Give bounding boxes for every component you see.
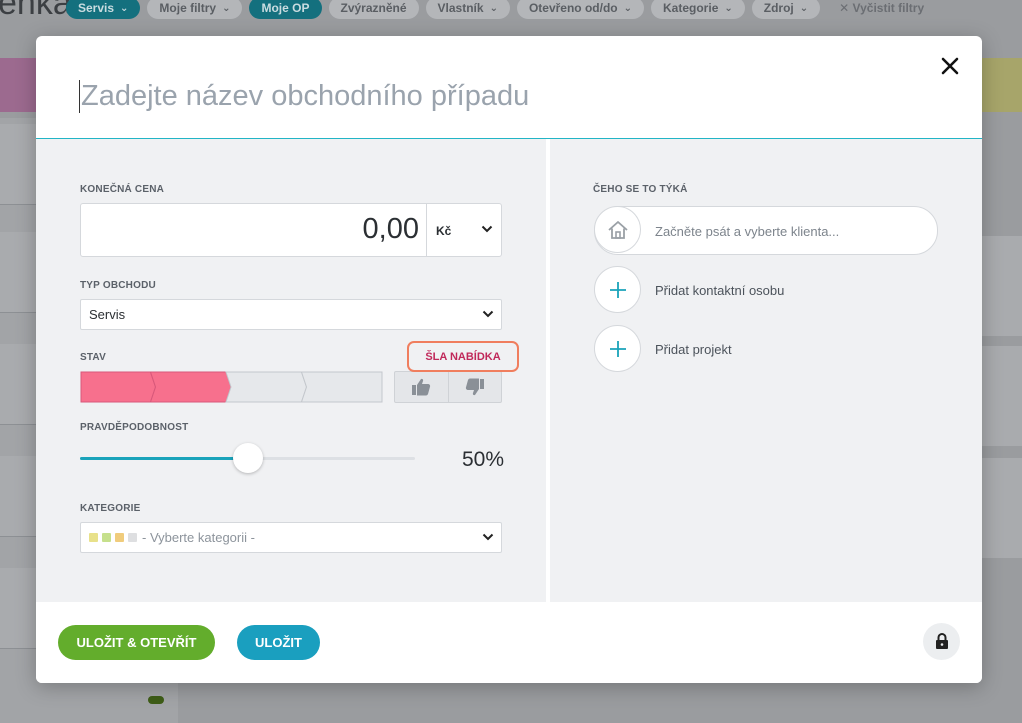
filter-chip-label: Moje OP (261, 1, 310, 15)
add-project-button[interactable] (594, 325, 641, 372)
stage-badge: ŠLA NABÍDKA (407, 341, 519, 372)
save-button[interactable]: ULOŽIT (237, 625, 320, 660)
filter-chip: Vlastník ⌄ (425, 0, 510, 19)
background-row (982, 458, 1022, 558)
home-icon (607, 220, 628, 239)
category-select[interactable]: - Vyberte kategorii - (80, 522, 502, 553)
background-row (0, 344, 36, 425)
chevron-down-icon: ⌄ (222, 2, 231, 14)
price-label: KONEČNÁ CENA (80, 184, 165, 195)
chevron-down-icon (482, 533, 494, 541)
chevron-down-icon: ⌄ (489, 2, 498, 14)
probability-slider-fill (80, 457, 248, 460)
filter-chip-label: Zvýrazněné (340, 1, 407, 15)
background-row (982, 236, 1022, 336)
thumbs-up-icon (412, 378, 431, 396)
probability-slider-handle[interactable] (232, 443, 263, 473)
clear-filters-link: ✕ Vyčistit filtry (839, 1, 925, 15)
price-value: 0,00 (362, 213, 419, 245)
close-icon (941, 57, 959, 75)
stage-label: STAV (80, 352, 106, 363)
client-icon-circle (594, 206, 641, 253)
privacy-lock-button[interactable] (923, 623, 960, 660)
chevron-down-icon: ⌄ (623, 2, 633, 14)
deal-title-input[interactable] (79, 80, 781, 113)
filter-chip-label: Moje filtry (159, 1, 217, 15)
new-deal-modal: KONEČNÁ CENA 0,00 Kč TYP OBCHODU Servis … (36, 36, 982, 683)
filter-chip: Moje OP (249, 0, 322, 19)
background-row (0, 232, 36, 313)
filter-chip-label: Otevřeno od/do (528, 1, 618, 15)
category-color-swatch (89, 533, 98, 542)
category-value: - Vyberte kategorii - (142, 530, 255, 545)
background-stage-band (0, 58, 40, 112)
stage-pipeline-graphic (80, 371, 383, 403)
stage-step[interactable] (300, 371, 383, 403)
background-status-pill (148, 696, 164, 704)
category-color-swatch (128, 533, 137, 542)
deal-type-select[interactable]: Servis (80, 299, 502, 330)
filter-chip-label: Servis (78, 1, 115, 15)
chevron-down-icon: ⌄ (120, 2, 129, 14)
add-contact-button[interactable] (594, 266, 641, 313)
chevron-down-icon (482, 310, 494, 318)
plus-icon (609, 340, 626, 357)
filter-bar: Servis ⌄ Moje filtry ⌄ Moje OP Zvýrazněné Vlas… (66, 0, 936, 22)
save-and-open-button[interactable]: ULOŽIT & OTEVŘÍT (58, 625, 215, 660)
thumbs-down-icon (465, 378, 484, 396)
chevron-down-icon (481, 225, 493, 233)
category-color-swatch (102, 533, 111, 542)
filter-chip-label: Kategorie (663, 1, 719, 15)
add-contact-link[interactable]: Přidat kontaktní osobu (655, 283, 784, 298)
category-label: KATEGORIE (80, 503, 141, 514)
background-stage-band-right (982, 58, 1022, 112)
background-page-title: enka (0, 0, 72, 22)
filter-chip: Zvýrazněné (328, 0, 419, 19)
probability-value: 50% (461, 448, 504, 471)
mark-lost-button[interactable] (449, 372, 502, 402)
win-lose-buttons (394, 371, 502, 403)
filter-chip: Moje filtry ⌄ (147, 0, 243, 19)
plus-icon (609, 281, 626, 298)
filter-chip-label: Zdroj (763, 1, 794, 15)
price-field[interactable]: 0,00 Kč (80, 203, 502, 257)
background-row (982, 346, 1022, 446)
background-row (0, 456, 36, 537)
background-row (0, 124, 36, 205)
stage-step[interactable] (225, 371, 308, 403)
chevron-down-icon: ⌄ (724, 2, 733, 14)
background-row (0, 568, 36, 649)
mark-won-button[interactable] (395, 372, 449, 402)
filter-chip-label: Vlastník (437, 1, 484, 15)
lock-icon (935, 633, 948, 649)
deal-type-value: Servis (89, 307, 126, 322)
stage-step[interactable] (80, 371, 157, 403)
close-button[interactable] (938, 54, 962, 78)
deal-type-label: TYP OBCHODU (80, 280, 156, 291)
chevron-down-icon: ⌄ (799, 2, 809, 14)
category-color-swatches (89, 533, 137, 542)
price-separator (426, 204, 427, 256)
category-color-swatch (115, 533, 124, 542)
modal-header (36, 36, 982, 139)
filter-chip: Kategorie ⌄ (651, 0, 745, 19)
related-section-label: ČEHO SE TO TÝKÁ (593, 184, 688, 195)
currency-select[interactable]: Kč (436, 224, 451, 238)
client-search-placeholder: Začněte psát a vyberte klienta... (655, 224, 840, 239)
add-project-link[interactable]: Přidat projekt (655, 342, 732, 357)
filter-chip: Zdroj ⌄ (751, 0, 821, 19)
stage-step[interactable] (149, 371, 232, 403)
filter-chip: Otevřeno od/do ⌄ (516, 0, 645, 19)
probability-label: PRAVDĚPODOBNOST (80, 422, 189, 433)
filter-chip: Servis ⌄ (66, 0, 141, 19)
stage-pipeline (80, 371, 383, 403)
